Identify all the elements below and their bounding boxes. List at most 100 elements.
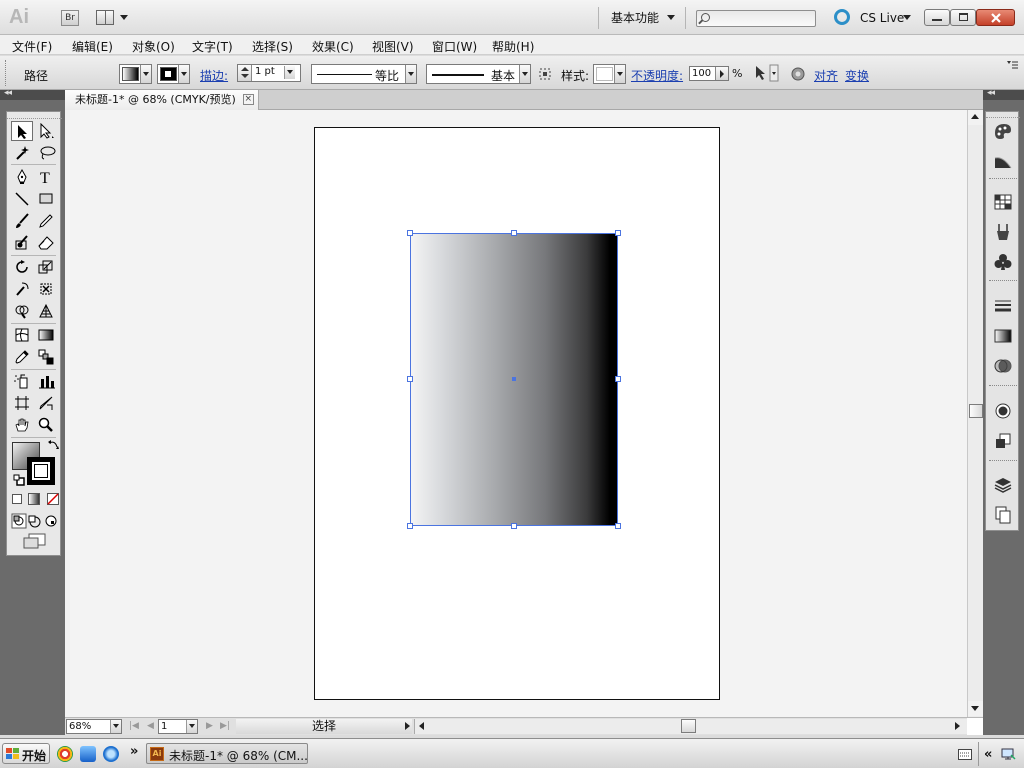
quick-launch-icon[interactable] (80, 746, 96, 762)
fill-color-dropdown[interactable] (119, 64, 152, 84)
panel-menu-icon[interactable] (1005, 60, 1019, 70)
network-icon[interactable] (1000, 747, 1016, 763)
select-similar-icon[interactable] (753, 64, 779, 82)
symbols-icon[interactable] (993, 252, 1013, 272)
opacity-slider-button[interactable] (715, 67, 728, 80)
stroke-weight-field[interactable]: 1 pt (237, 64, 301, 82)
artboards-icon[interactable] (993, 505, 1013, 525)
stroke-icon[interactable] (993, 296, 1013, 316)
eyedropper-tool[interactable] (11, 347, 33, 367)
mesh-tool[interactable] (11, 325, 33, 345)
paintbrush-tool[interactable] (11, 211, 33, 231)
menu-file[interactable]: 文件(F) (12, 38, 52, 55)
stroke-link[interactable]: 描边: (200, 67, 228, 84)
zoom-field[interactable]: 68% (66, 719, 122, 734)
perspective-grid-tool[interactable] (35, 301, 57, 321)
warp-tool[interactable] (11, 279, 33, 299)
stroke-color-dropdown[interactable] (157, 64, 190, 84)
magic-wand-tool[interactable] (11, 143, 33, 163)
scale-tool[interactable] (35, 257, 57, 277)
shape-builder-tool[interactable] (11, 301, 33, 321)
document-setup-icon[interactable] (790, 66, 806, 82)
menu-object[interactable]: 对象(O) (132, 38, 175, 55)
stroke-weight-dropdown[interactable] (284, 66, 295, 79)
bounding-box-handle[interactable] (615, 376, 621, 382)
color-guide-icon[interactable] (993, 150, 1013, 170)
default-fill-stroke-icon[interactable] (13, 474, 25, 486)
transform-link[interactable]: 变换 (845, 67, 869, 84)
recolor-artwork-icon[interactable] (538, 67, 552, 81)
color-mode-button[interactable] (12, 494, 22, 504)
workspace-switcher[interactable]: 基本功能 (611, 9, 675, 26)
direct-selection-tool[interactable] (35, 121, 57, 141)
first-artboard-icon[interactable]: |◀ (129, 721, 139, 731)
appearance-icon[interactable] (993, 401, 1013, 421)
opacity-field[interactable]: 100 (689, 66, 729, 81)
eraser-tool[interactable] (35, 233, 57, 253)
artboard-number-field[interactable]: 1 (158, 719, 198, 734)
panel-grip[interactable] (5, 60, 8, 86)
menu-effect[interactable]: 效果(C) (312, 38, 354, 55)
draw-modes-icon[interactable] (11, 513, 59, 529)
rotate-tool[interactable] (11, 257, 33, 277)
canvas-area[interactable] (65, 110, 967, 717)
slice-tool[interactable] (35, 393, 57, 413)
blend-tool[interactable] (35, 347, 57, 367)
bridge-button[interactable]: Br (61, 10, 79, 26)
artboard-dropdown[interactable] (186, 720, 197, 733)
bounding-box-handle[interactable] (511, 230, 517, 236)
previous-artboard-icon[interactable]: ◀ (147, 721, 154, 731)
selection-tool[interactable] (11, 121, 33, 141)
column-graph-tool[interactable] (35, 371, 57, 391)
screen-mode-icon[interactable] (23, 533, 47, 549)
horizontal-scrollbar[interactable] (414, 719, 967, 734)
menu-view[interactable]: 视图(V) (372, 38, 414, 55)
transparency-icon[interactable] (993, 356, 1013, 376)
stroke-weight-stepper[interactable] (238, 65, 252, 81)
pen-tool[interactable] (11, 167, 33, 187)
gradient-tool[interactable] (35, 325, 57, 345)
start-button[interactable]: 开始 (2, 743, 50, 764)
zoom-tool[interactable] (35, 415, 57, 435)
color-icon[interactable] (993, 121, 1013, 141)
brush-definition-dropdown[interactable]: 基本 (426, 64, 531, 84)
rectangle-tool[interactable] (35, 189, 57, 209)
chrome-icon[interactable] (57, 746, 73, 762)
graphic-style-dropdown[interactable] (593, 64, 626, 84)
close-button[interactable] (976, 9, 1015, 26)
internet-explorer-icon[interactable] (103, 746, 119, 762)
tray-expand-icon[interactable]: « (984, 747, 992, 762)
menu-select[interactable]: 选择(S) (252, 38, 293, 55)
status-display[interactable]: 选择 (236, 719, 412, 734)
bounding-box-handle[interactable] (407, 376, 413, 382)
hand-tool[interactable] (11, 415, 33, 435)
horizontal-scroll-thumb[interactable] (681, 719, 696, 733)
stroke-color-box[interactable] (27, 457, 55, 485)
quick-launch-overflow-icon[interactable]: » (130, 744, 138, 759)
opacity-link[interactable]: 不透明度: (631, 67, 683, 84)
bounding-box-handle[interactable] (407, 523, 413, 529)
layers-icon[interactable] (993, 475, 1013, 495)
gradient-mode-button[interactable] (28, 493, 40, 505)
align-link[interactable]: 对齐 (814, 67, 838, 84)
bounding-box-handle[interactable] (615, 230, 621, 236)
brushes-icon[interactable] (993, 222, 1013, 242)
artboard-tool[interactable] (11, 393, 33, 413)
lasso-tool[interactable] (35, 143, 57, 163)
menu-type[interactable]: 文字(T) (192, 38, 233, 55)
zoom-dropdown[interactable] (110, 720, 121, 733)
none-mode-icon[interactable] (47, 493, 59, 505)
scroll-right-icon[interactable] (955, 722, 960, 730)
arrange-documents-button[interactable] (96, 9, 130, 27)
scroll-up-button[interactable] (968, 110, 983, 125)
swap-fill-stroke-icon[interactable] (47, 439, 59, 451)
vertical-scroll-thumb[interactable] (969, 404, 983, 418)
help-search-input[interactable] (696, 10, 816, 27)
scroll-left-icon[interactable] (419, 722, 424, 730)
gradient-panel-icon[interactable] (993, 326, 1013, 346)
bounding-box-handle[interactable] (407, 230, 413, 236)
panel-grip[interactable] (986, 112, 1020, 118)
restore-button[interactable] (950, 9, 976, 26)
symbol-sprayer-tool[interactable] (11, 371, 33, 391)
graphic-styles-icon[interactable] (993, 431, 1013, 451)
